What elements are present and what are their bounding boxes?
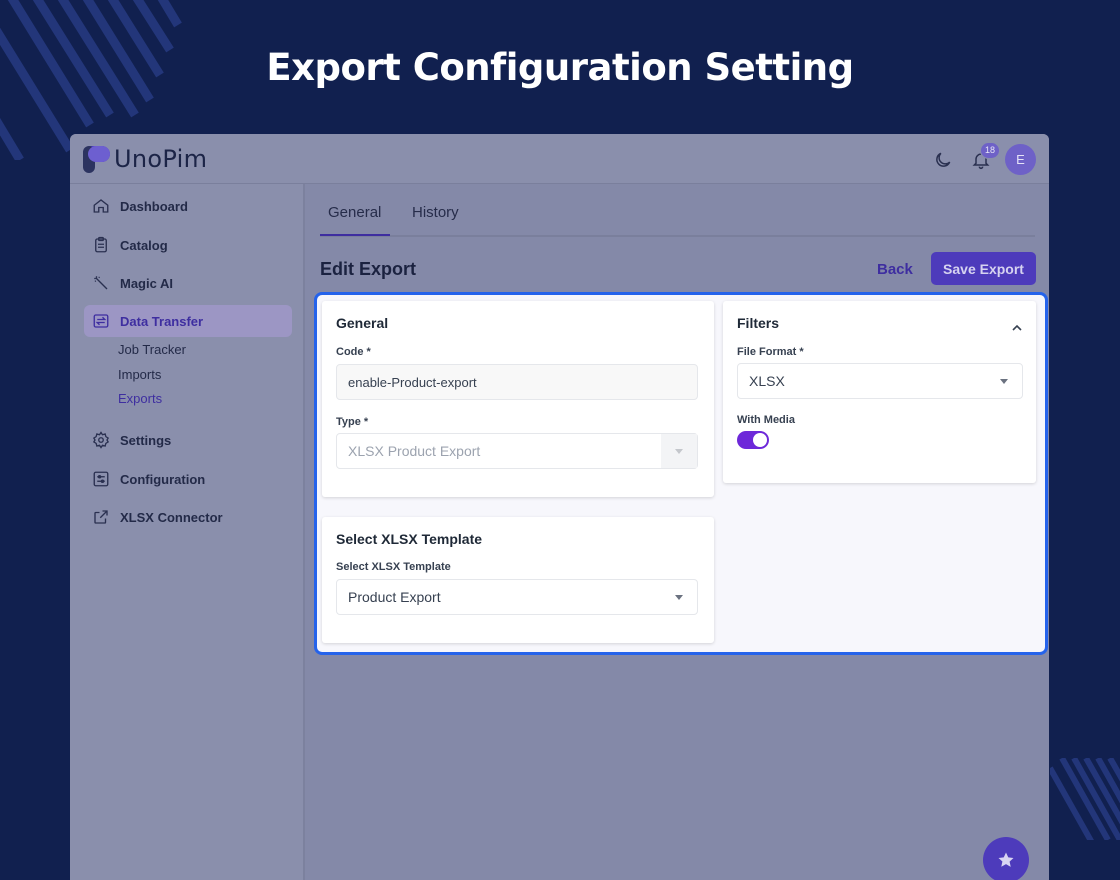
home-icon [90, 195, 112, 217]
with-media-label: With Media [737, 414, 795, 426]
sidebar-subitem-job-tracker[interactable]: Job Tracker [118, 342, 186, 357]
chevron-down-icon [675, 595, 683, 600]
notifications-button[interactable]: 18 [966, 141, 1000, 175]
decorative-stripes-bottom-right [1050, 758, 1120, 840]
code-label: Code * [336, 346, 371, 358]
tab-general[interactable]: General [328, 204, 381, 221]
sidebar-item-label: Settings [120, 432, 172, 448]
moon-icon [936, 152, 951, 167]
top-bar: UnoPim 18 E [70, 134, 1049, 184]
template-card-title: Select XLSX Template [336, 531, 483, 547]
type-value: XLSX Product Export [348, 443, 481, 459]
sidebar: Dashboard Catalog Magic AI Data Transfer… [70, 184, 305, 880]
sidebar-item-data-transfer[interactable]: Data Transfer [84, 305, 292, 337]
page-title: Edit Export [320, 259, 417, 279]
template-value: Product Export [348, 589, 441, 605]
export-form-highlight: General Code * enable-Product-export Typ… [314, 292, 1048, 655]
general-card-title: General [336, 315, 389, 331]
template-label: Select XLSX Template [336, 561, 451, 573]
sidebar-item-label: Data Transfer [120, 313, 204, 329]
dark-mode-toggle[interactable] [928, 145, 958, 175]
tab-history[interactable]: History [412, 204, 459, 221]
gear-icon [90, 429, 112, 451]
chevron-down-icon [675, 449, 683, 454]
sidebar-subitem-imports[interactable]: Imports [118, 367, 161, 382]
save-export-button[interactable]: Save Export [931, 252, 1036, 285]
sidebar-item-label: Configuration [120, 471, 206, 487]
logo-icon [83, 145, 110, 173]
type-select[interactable]: XLSX Product Export [336, 433, 698, 469]
sidebar-item-label: XLSX Connector [120, 509, 223, 525]
sidebar-item-label: Dashboard [120, 198, 188, 214]
sliders-icon [90, 468, 112, 490]
star-icon [998, 852, 1014, 867]
active-tab-indicator [320, 234, 390, 236]
code-value: enable-Product-export [348, 374, 477, 390]
sidebar-item-label: Magic AI [120, 275, 173, 291]
with-media-toggle[interactable] [737, 431, 769, 449]
brand-name: UnoPim [114, 145, 208, 173]
code-input[interactable]: enable-Product-export [336, 364, 698, 400]
sidebar-item-dashboard[interactable]: Dashboard [84, 190, 292, 222]
filters-card-title: Filters [737, 315, 780, 331]
favorite-button[interactable] [983, 837, 1029, 880]
template-select[interactable]: Product Export [336, 579, 698, 615]
filters-card: Filters File Format * XLSX With Media [723, 301, 1036, 483]
magic-wand-icon [90, 272, 112, 294]
file-format-value: XLSX [749, 373, 785, 389]
clipboard-icon [90, 234, 112, 256]
general-card: General Code * enable-Product-export Typ… [322, 301, 714, 497]
type-select-caret-box [661, 434, 697, 468]
sidebar-item-xlsx-connector[interactable]: XLSX Connector [84, 501, 292, 533]
chevron-down-icon [1000, 379, 1008, 384]
file-format-select[interactable]: XLSX [737, 363, 1023, 399]
file-format-label: File Format * [737, 346, 804, 358]
user-avatar[interactable]: E [1005, 144, 1036, 175]
sidebar-subitem-exports[interactable]: Exports [118, 391, 162, 406]
sidebar-item-catalog[interactable]: Catalog [84, 229, 292, 261]
notification-count-badge: 18 [980, 141, 1000, 159]
tab-bar: General History [320, 184, 1035, 237]
transfer-icon [90, 310, 112, 332]
brand-logo[interactable]: UnoPim [83, 145, 207, 173]
banner-title: Export Configuration Setting [266, 46, 854, 89]
chevron-up-icon[interactable] [1012, 319, 1022, 337]
sidebar-item-magic-ai[interactable]: Magic AI [84, 267, 292, 299]
back-button[interactable]: Back [877, 261, 913, 278]
sidebar-item-configuration[interactable]: Configuration [84, 463, 292, 495]
template-card: Select XLSX Template Select XLSX Templat… [322, 517, 714, 643]
type-label: Type * [336, 416, 369, 428]
sidebar-item-settings[interactable]: Settings [84, 424, 292, 456]
sidebar-item-label: Catalog [120, 237, 168, 253]
share-icon [90, 506, 112, 528]
